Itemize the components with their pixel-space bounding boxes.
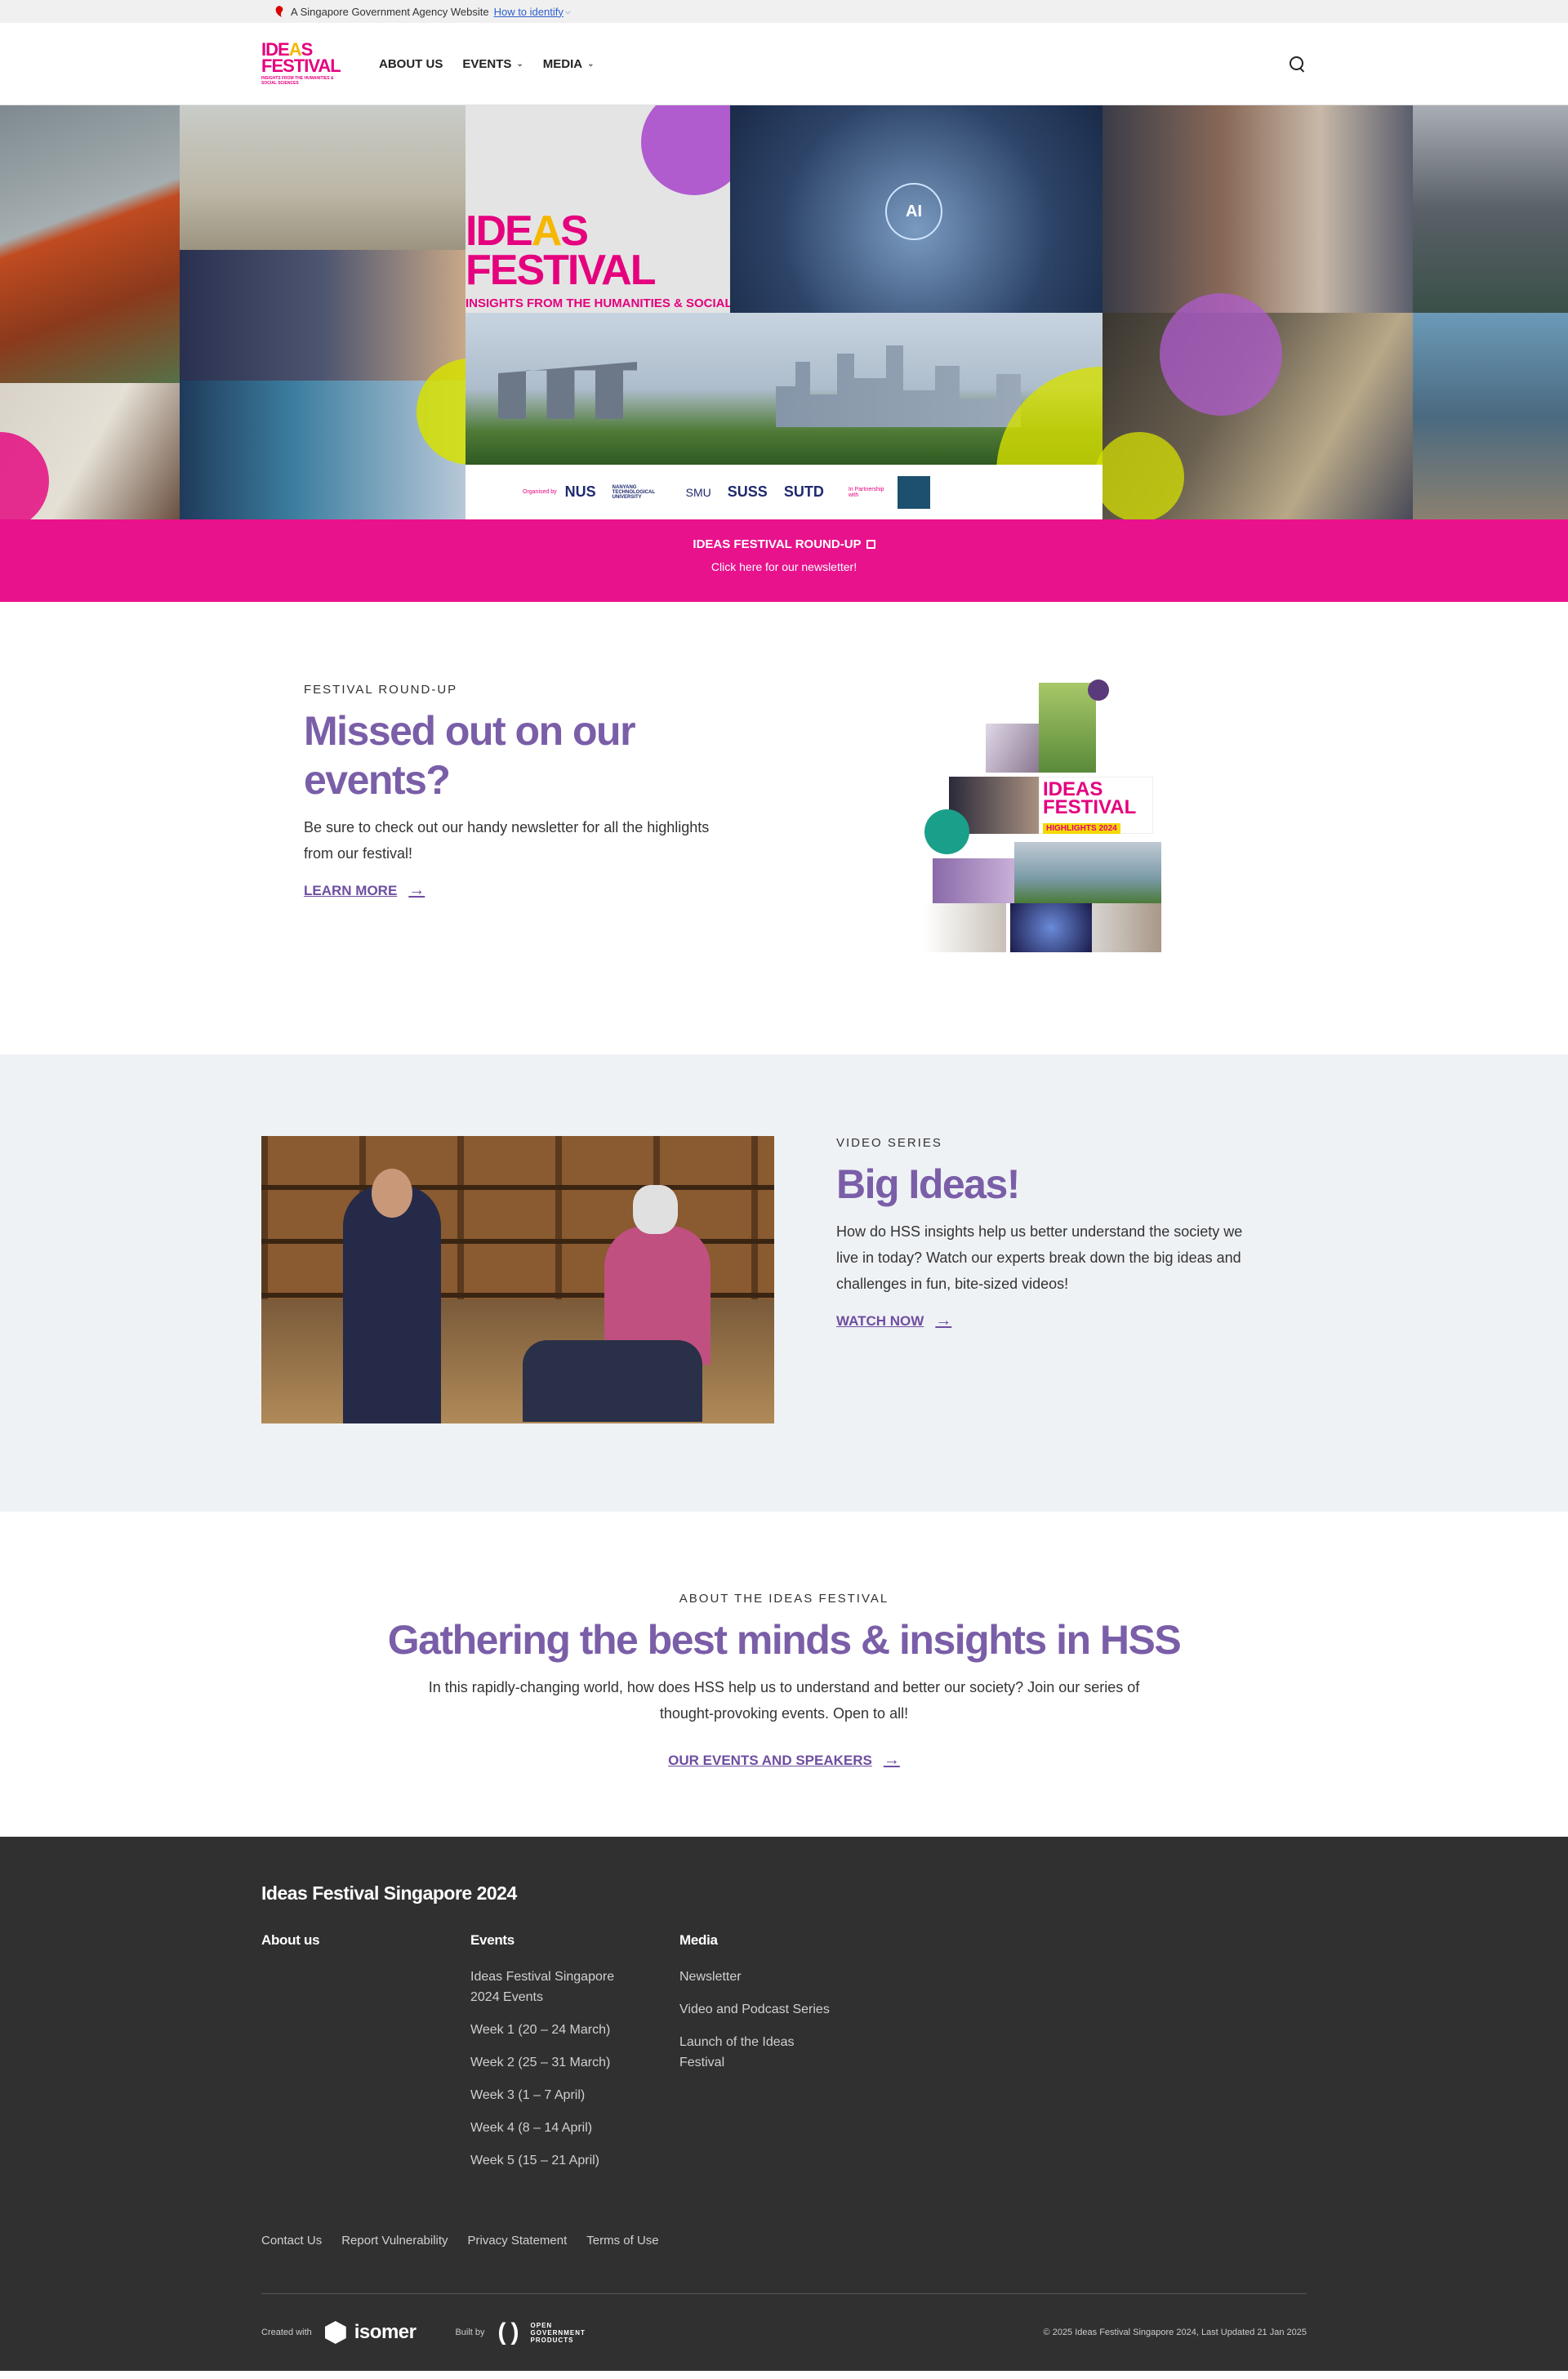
person-left-head (372, 1169, 412, 1218)
partner-ntu-logo: NANYANG TECHNOLOGICAL UNIVERSITY (612, 484, 655, 500)
isomer-logo[interactable]: isomer (324, 2321, 416, 2344)
hero-collage: IDEAS FESTIVAL INSIGHTS FROM THE HUMANIT… (0, 105, 1568, 519)
built-by-label: Built by (455, 2328, 485, 2337)
footer-link[interactable]: Week 4 (8 – 14 April) (470, 2118, 634, 2138)
footer-link[interactable]: Week 5 (15 – 21 April) (470, 2150, 634, 2171)
roundup-heading: Missed out on our events? (304, 708, 636, 803)
video-series-image[interactable] (261, 1136, 774, 1423)
chevron-down-icon: ⌄ (516, 59, 523, 69)
marina-bay-sands (498, 362, 637, 419)
footer-col-events: Events Ideas Festival Singapore 2024 Eve… (470, 1932, 679, 2183)
video-series-section: VIDEO SERIES Big Ideas! How do HSS insig… (0, 1054, 1568, 1512)
hero-circle-yellow-3 (1094, 432, 1184, 519)
in-partnership-label: In Partnership with (848, 486, 884, 498)
created-with-label: Created with (261, 2328, 312, 2337)
isomer-cube-icon (324, 2321, 346, 2344)
hero-photo-sculpture (0, 105, 180, 383)
hero-circle-purple-2 (1160, 293, 1282, 416)
footer-heading-about[interactable]: About us (261, 1932, 470, 1949)
hero-photo-crowd (1413, 313, 1568, 519)
ai-brain-icon: AI (885, 183, 942, 240)
singapore-lion-icon (275, 6, 283, 17)
footer: Ideas Festival Singapore 2024 About us E… (0, 1837, 1568, 2371)
arrow-right-icon: → (408, 881, 425, 899)
partner-sutd-logo: SUTD (783, 483, 824, 500)
festival-roundup-section: FESTIVAL ROUND-UP Missed out on our even… (0, 602, 1568, 1054)
city-buildings (776, 345, 1021, 427)
copyright-text: © 2025 Ideas Festival Singapore 2024, La… (1043, 2328, 1307, 2337)
chevron-down-icon: ⌄ (587, 59, 595, 69)
person-right-legs (523, 1340, 702, 1422)
footer-heading-events[interactable]: Events (470, 1932, 679, 1949)
learn-more-link[interactable]: LEARN MORE → (304, 881, 425, 900)
masthead-text: A Singapore Government Agency Website (291, 5, 489, 18)
partner-logos-bar: Organised by NUS NANYANG TECHNOLOGICAL U… (466, 465, 1102, 519)
terms-of-use-link[interactable]: Terms of Use (586, 2234, 658, 2248)
footer-link[interactable]: Ideas Festival Singapore 2024 Events (470, 1967, 634, 2007)
footer-divider (261, 2293, 1307, 2294)
newsletter-mosaic-image[interactable]: IDEAS FESTIVAL HIGHLIGHTS 2024 (924, 679, 1169, 952)
video-eyebrow: VIDEO SERIES (836, 1136, 942, 1150)
footer-legal-links: Contact Us Report Vulnerability Privacy … (261, 2234, 1307, 2248)
arrow-right-icon: → (883, 1751, 900, 1769)
banner-subtitle[interactable]: Click here for our newsletter! (0, 560, 1568, 573)
search-icon[interactable] (1287, 54, 1307, 74)
banner-title[interactable]: IDEAS FESTIVAL ROUND-UP (693, 537, 875, 551)
hero-photo-group (1102, 105, 1413, 313)
about-body: In this rapidly-changing world, how does… (428, 1679, 1140, 1722)
hero-photo-laptop (1413, 105, 1568, 313)
partner-ssrc-logo (897, 475, 930, 509)
roundup-eyebrow: FESTIVAL ROUND-UP (304, 683, 458, 697)
roundup-banner[interactable]: IDEAS FESTIVAL ROUND-UP Click here for o… (0, 519, 1568, 602)
hero-photo-discussion (180, 250, 466, 381)
events-speakers-link[interactable]: OUR EVENTS AND SPEAKERS → (668, 1751, 900, 1770)
partner-smu-logo: SMU (685, 485, 711, 499)
partner-suss-logo: SUSS (727, 483, 768, 500)
about-section: ABOUT THE IDEAS FESTIVAL Gathering the b… (0, 1512, 1568, 1837)
ogp-wordmark: OPEN GOVERNMENT PRODUCTS (530, 2321, 586, 2344)
footer-col-about: About us (261, 1932, 470, 2183)
navbar: IDEAS FESTIVAL INSIGHTS FROM THE HUMANIT… (0, 23, 1568, 105)
about-heading: Gathering the best minds & insights in H… (387, 1617, 1182, 1663)
roundup-body: Be sure to check out our handy newslette… (304, 819, 710, 862)
chevron-down-icon[interactable]: ⌵ (565, 7, 571, 16)
hero-title: IDEAS FESTIVAL INSIGHTS FROM THE HUMANIT… (466, 207, 733, 324)
video-heading: Big Ideas! (836, 1161, 1020, 1207)
person-left (343, 1185, 441, 1423)
nav-about-us[interactable]: ABOUT US (379, 57, 443, 71)
about-eyebrow: ABOUT THE IDEAS FESTIVAL (679, 1592, 889, 1606)
privacy-statement-link[interactable]: Privacy Statement (468, 2234, 568, 2248)
footer-link[interactable]: Launch of the Ideas Festival (679, 2032, 843, 2073)
partner-nus-logo: NUS (564, 483, 596, 500)
footer-link[interactable]: Newsletter (679, 1967, 843, 1987)
report-vulnerability-link[interactable]: Report Vulnerability (341, 2234, 448, 2248)
nav-events[interactable]: EVENTS ⌄ (462, 57, 523, 71)
footer-link[interactable]: Video and Podcast Series (679, 1999, 843, 2020)
how-to-identify-link[interactable]: How to identify (494, 6, 564, 18)
arrow-right-icon: → (935, 1312, 952, 1330)
ogp-brackets-icon: () (497, 2319, 524, 2346)
person-right-head (633, 1185, 678, 1234)
hero-photo-beach (180, 105, 466, 250)
organised-by-label: Organised by (523, 489, 557, 495)
footer-title: Ideas Festival Singapore 2024 (261, 1882, 517, 1904)
hero-photo-ai-hand: AI (730, 105, 1102, 313)
footer-link[interactable]: Week 2 (25 – 31 March) (470, 2052, 634, 2073)
footer-col-media: Media Newsletter Video and Podcast Serie… (679, 1932, 889, 2183)
footer-heading-media[interactable]: Media (679, 1932, 889, 1949)
ogp-logo[interactable]: () OPEN GOVERNMENT PRODUCTS (498, 2319, 586, 2346)
gov-masthead: A Singapore Government Agency Website Ho… (0, 0, 1568, 23)
footer-link[interactable]: Week 3 (1 – 7 April) (470, 2085, 634, 2105)
contact-us-link[interactable]: Contact Us (261, 2234, 322, 2248)
footer-link[interactable]: Week 1 (20 – 24 March) (470, 2020, 634, 2040)
nav-media[interactable]: MEDIA ⌄ (543, 57, 595, 71)
external-link-icon (866, 540, 875, 549)
ideas-festival-logo[interactable]: IDEAS FESTIVAL INSIGHTS FROM THE HUMANIT… (261, 39, 341, 88)
video-body: How do HSS insights help us better under… (836, 1223, 1243, 1292)
watch-now-link[interactable]: WATCH NOW → (836, 1312, 951, 1330)
